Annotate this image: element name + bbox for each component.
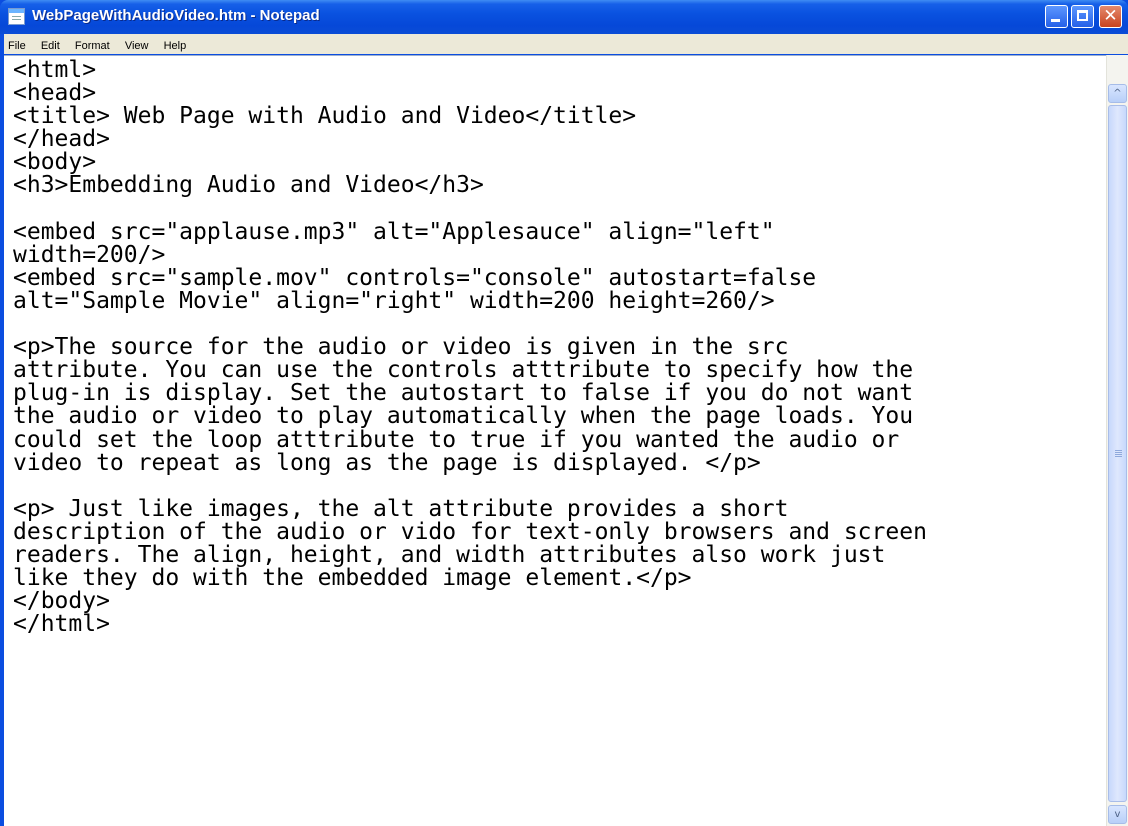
vertical-scrollbar[interactable]: ^ v (1106, 55, 1128, 826)
grip-icon (1115, 450, 1122, 451)
window-title: WebPageWithAudioVideo.htm - Notepad (32, 7, 320, 24)
close-icon: ✕ (1103, 6, 1118, 26)
notepad-icon[interactable] (8, 8, 25, 25)
notepad-window: WebPageWithAudioVideo.htm - Notepad ✕ Fi… (0, 0, 1128, 826)
menu-edit[interactable]: Edit (36, 37, 65, 54)
scroll-down-button[interactable]: v (1108, 805, 1127, 824)
scroll-thumb[interactable] (1108, 105, 1127, 802)
menu-file[interactable]: File (4, 37, 31, 54)
menu-format[interactable]: Format (70, 37, 115, 54)
document-text[interactable]: <html> <head> <title> Web Page with Audi… (13, 58, 927, 636)
scroll-up-button[interactable]: ^ (1108, 84, 1127, 103)
minimize-button[interactable] (1045, 5, 1068, 28)
menu-view[interactable]: View (120, 37, 154, 54)
minimize-icon (1051, 19, 1060, 22)
maximize-icon (1077, 10, 1088, 21)
chevron-up-icon: ^ (1113, 88, 1122, 99)
menu-bar: File Edit Format View Help (4, 34, 1128, 54)
title-bar[interactable]: WebPageWithAudioVideo.htm - Notepad ✕ (0, 0, 1128, 34)
chevron-down-icon: v (1114, 809, 1121, 820)
close-button[interactable]: ✕ (1099, 5, 1122, 28)
text-editor-area[interactable]: <html> <head> <title> Web Page with Audi… (4, 55, 1106, 826)
menu-help[interactable]: Help (159, 37, 192, 54)
maximize-button[interactable] (1071, 5, 1094, 28)
